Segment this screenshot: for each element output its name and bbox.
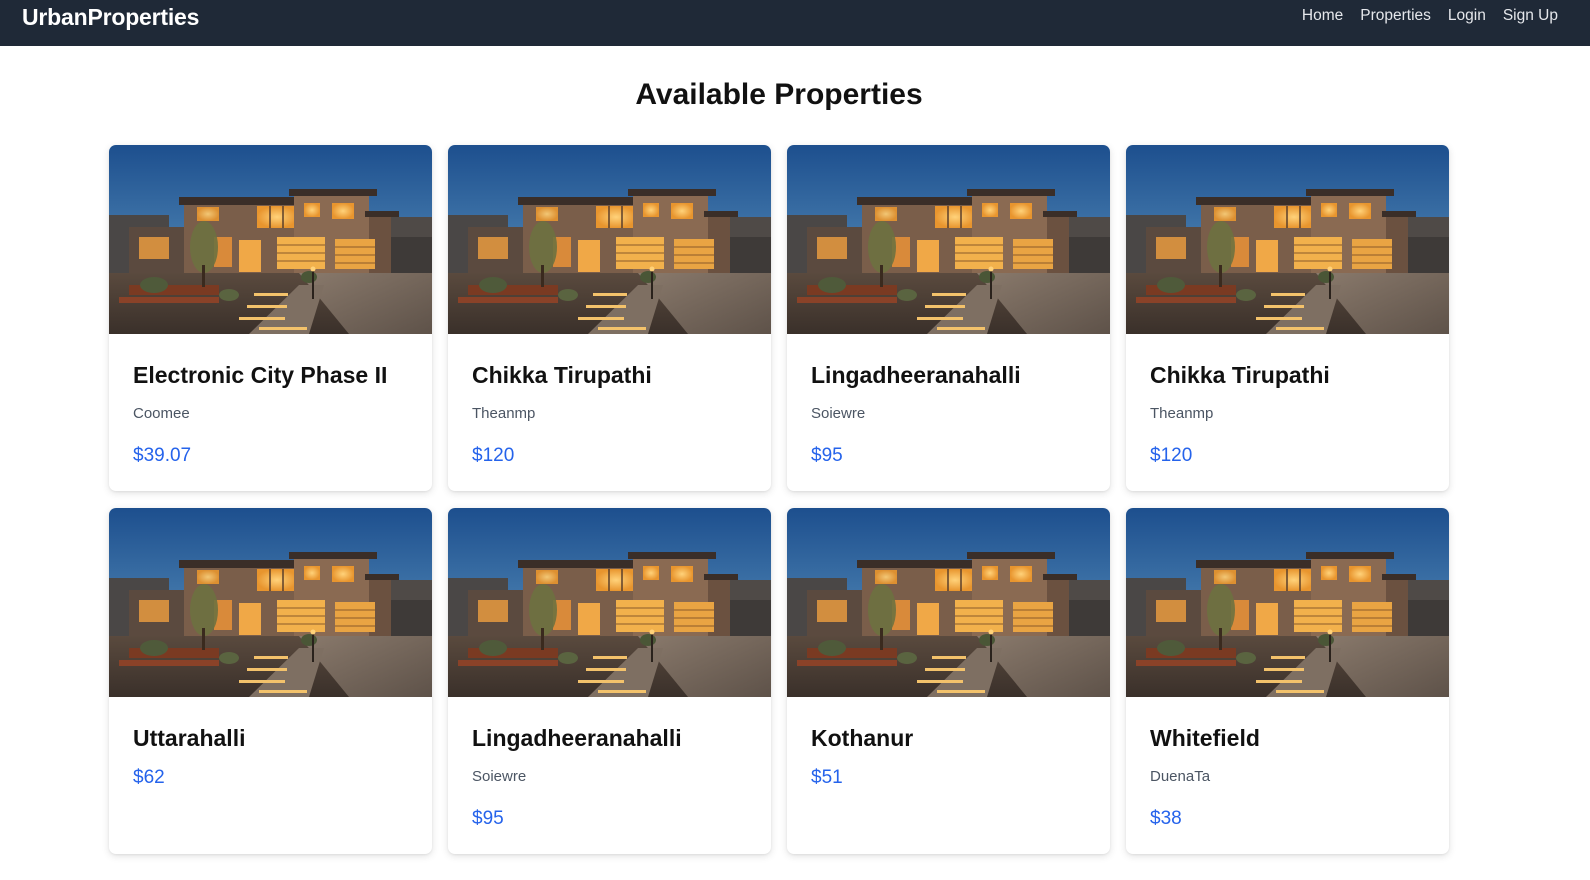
property-image <box>1126 508 1449 697</box>
property-card[interactable]: Lingadheeranahalli Soiewre $95 <box>448 508 771 854</box>
property-card[interactable]: Chikka Tirupathi Theanmp $120 <box>448 145 771 491</box>
property-image <box>109 145 432 334</box>
property-price: $120 <box>1150 445 1193 466</box>
nav-link-properties[interactable]: Properties <box>1360 7 1431 25</box>
property-title: Chikka Tirupathi <box>472 362 652 388</box>
property-price: $51 <box>811 767 843 788</box>
property-card[interactable]: Kothanur $51 <box>787 508 1110 854</box>
property-title: Lingadheeranahalli <box>811 362 1021 388</box>
property-image <box>787 145 1110 334</box>
property-price: $120 <box>472 445 515 466</box>
nav-links: Home Properties Login Sign Up <box>1302 7 1558 25</box>
property-price: $39.07 <box>133 445 192 466</box>
property-card[interactable]: Uttarahalli $62 <box>109 508 432 854</box>
property-card[interactable]: Lingadheeranahalli Soiewre $95 <box>787 145 1110 491</box>
property-card[interactable]: Chikka Tirupathi Theanmp $120 <box>1126 145 1449 491</box>
property-image <box>787 508 1110 697</box>
property-card[interactable]: Electronic City Phase II Coomee $39.07 <box>109 145 432 491</box>
page-title: Available Properties <box>635 78 923 111</box>
property-image <box>448 145 771 334</box>
property-card[interactable]: Whitefield DuenaTa $38 <box>1126 508 1449 854</box>
property-location: Soiewre <box>811 405 866 422</box>
nav-link-signup[interactable]: Sign Up <box>1503 7 1558 25</box>
nav-link-login[interactable]: Login <box>1448 7 1486 25</box>
brand-logo[interactable]: UrbanProperties <box>22 4 199 31</box>
property-grid: Electronic City Phase II Coomee $39.07 C… <box>109 145 1449 854</box>
property-location: Theanmp <box>472 405 536 422</box>
property-title: Lingadheeranahalli <box>472 725 682 751</box>
property-title: Uttarahalli <box>133 725 246 751</box>
property-title: Electronic City Phase II <box>133 362 388 388</box>
property-image <box>448 508 771 697</box>
property-location: Soiewre <box>472 768 527 785</box>
property-title: Kothanur <box>811 725 914 751</box>
property-price: $38 <box>1150 808 1182 829</box>
property-location: DuenaTa <box>1150 768 1211 785</box>
property-image <box>1126 145 1449 334</box>
property-location: Theanmp <box>1150 405 1214 422</box>
page-scrollbar[interactable] <box>1568 46 1590 880</box>
property-price: $95 <box>472 808 504 829</box>
property-price: $62 <box>133 767 165 788</box>
property-price: $95 <box>811 445 843 466</box>
property-title: Whitefield <box>1150 725 1260 751</box>
top-navbar: UrbanProperties Home Properties Login Si… <box>0 0 1590 46</box>
property-location: Coomee <box>133 405 190 422</box>
property-title: Chikka Tirupathi <box>1150 362 1330 388</box>
nav-link-home[interactable]: Home <box>1302 7 1343 25</box>
property-image <box>109 508 432 697</box>
